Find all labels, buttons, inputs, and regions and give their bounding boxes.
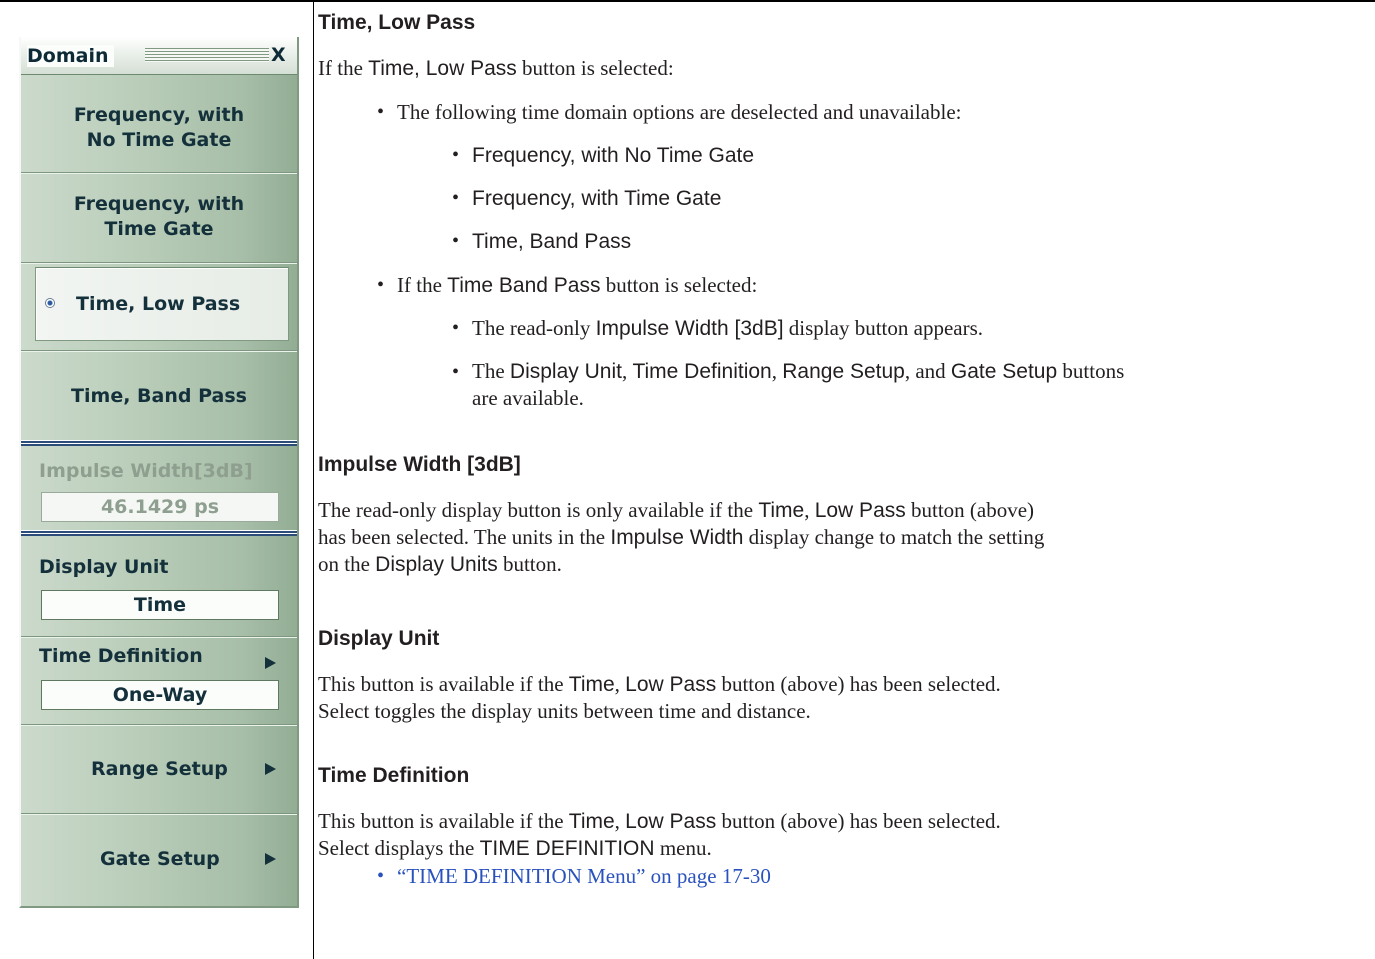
button-label: Time, Band Pass <box>71 385 247 407</box>
separator <box>21 636 297 638</box>
separator <box>21 262 297 264</box>
top-rule <box>0 0 1375 2</box>
bullet-icon: • <box>377 101 385 123</box>
frequency-no-time-gate-button[interactable]: Frequency, with No Time Gate <box>21 103 297 153</box>
separator <box>21 350 297 352</box>
bullet-item: The following time domain options are de… <box>397 100 962 124</box>
time-low-pass-button[interactable]: Time, Low Pass <box>35 267 289 341</box>
section-heading-display-unit: Display Unit <box>318 627 440 650</box>
paragraph: The read-only display button is only ava… <box>318 498 1045 576</box>
submenu-arrow-icon <box>265 853 276 865</box>
section-separator <box>21 530 297 536</box>
separator <box>21 724 297 726</box>
paragraph: This button is available if the Time, Lo… <box>318 672 1001 723</box>
sub-bullet-item: Frequency, with Time Gate <box>472 187 722 210</box>
frequency-with-time-gate-button[interactable]: Frequency, with Time Gate <box>21 192 297 242</box>
button-label: Gate Setup <box>100 848 220 870</box>
separator <box>21 172 297 174</box>
button-label: Time, Low Pass <box>76 293 241 315</box>
bullet-item: If the Time Band Pass button is selected… <box>397 273 758 297</box>
bullet-icon: • <box>452 317 460 339</box>
submenu-arrow-icon <box>265 657 276 669</box>
bullet-icon: • <box>452 144 460 166</box>
submenu-arrow-icon <box>265 763 276 775</box>
bullet-icon: • <box>377 865 385 887</box>
display-unit-button[interactable]: Time <box>41 590 279 620</box>
paragraph: This button is available if the Time, Lo… <box>318 809 1001 860</box>
section-heading-time-low-pass: Time, Low Pass <box>318 11 476 34</box>
bullet-icon: • <box>452 361 460 383</box>
sub-bullet-item: The Display Unit, Time Definition, Range… <box>472 359 1125 410</box>
button-label-line2: No Time Gate <box>86 129 232 151</box>
sub-bullet-item: Frequency, with No Time Gate <box>472 144 755 167</box>
close-button[interactable]: X <box>271 44 286 66</box>
time-definition-button[interactable]: One-Way <box>41 680 279 710</box>
bullet-icon: • <box>377 274 385 296</box>
section-heading-time-definition: Time Definition <box>318 764 470 787</box>
button-label-line1: Frequency, with <box>73 193 245 215</box>
sub-bullet-item: Time, Band Pass <box>472 230 632 253</box>
title-bar-stripes <box>145 48 269 62</box>
display-unit-label: Display Unit <box>39 556 169 578</box>
radio-selected-icon <box>45 298 55 308</box>
menu-title: Domain <box>27 45 115 67</box>
paragraph: If the Time, Low Pass button is selected… <box>318 56 674 80</box>
column-divider <box>313 0 314 959</box>
button-label-line1: Frequency, with <box>73 104 245 126</box>
section-separator <box>21 440 297 446</box>
button-label-line2: Time Gate <box>104 218 214 240</box>
separator <box>21 813 297 815</box>
bullet-icon: • <box>452 230 460 252</box>
time-band-pass-button[interactable]: Time, Band Pass <box>21 384 297 409</box>
domain-menu-panel: Domain X Frequency, with No Time Gate Fr… <box>19 37 299 908</box>
time-definition-menu-link[interactable]: “TIME DEFINITION Menu” on page 17-30 <box>397 863 771 890</box>
section-heading-impulse-width: Impulse Width [3dB] <box>318 453 521 476</box>
menu-header: Domain X <box>21 37 297 75</box>
time-definition-label: Time Definition <box>39 645 203 667</box>
impulse-width-label: Impulse Width[3dB] <box>39 460 253 482</box>
bullet-icon: • <box>452 187 460 209</box>
sub-bullet-item: The read-only Impulse Width [3dB] displa… <box>472 316 984 340</box>
button-label: Range Setup <box>91 758 228 780</box>
impulse-width-display: 46.1429 ps <box>41 492 279 522</box>
